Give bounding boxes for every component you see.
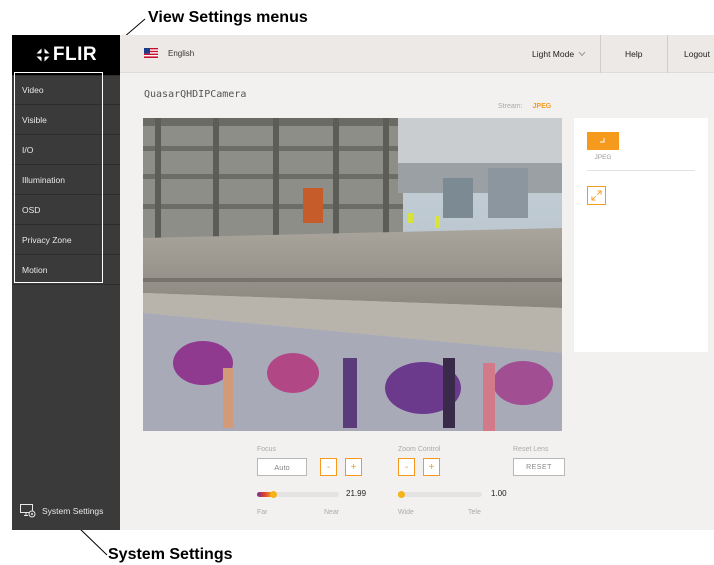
logo-bar: FLIR [12, 35, 120, 75]
flir-diamond-icon [34, 47, 51, 63]
sidebar-item-label: Video [22, 85, 44, 95]
sidebar-item-motion[interactable]: Motion [12, 255, 120, 285]
focus-plus-button[interactable]: + [345, 458, 362, 476]
focus-slider[interactable] [257, 491, 339, 498]
theme-label: Light Mode [532, 49, 575, 59]
us-flag-icon [144, 48, 158, 58]
stream-options-panel: JPEG [574, 118, 708, 352]
sidebar-item-label: OSD [22, 204, 41, 215]
zoom-value: 1.00 [491, 489, 507, 498]
top-bar: English Light Mode Help Logout [120, 35, 714, 73]
reset-lens-label: Reset Lens [513, 446, 549, 453]
view-settings-callout: View Settings menus [148, 9, 308, 26]
panel-divider [587, 170, 695, 171]
focus-minus-button[interactable]: - [320, 458, 337, 476]
zoom-minus-button[interactable]: - [398, 458, 415, 476]
chevron-down-icon [578, 51, 586, 57]
system-settings-callout: System Settings [108, 546, 233, 563]
sidebar-item-label: Privacy Zone [22, 234, 72, 245]
stream-indicator: Stream: JPEG [498, 103, 551, 110]
stream-label: Stream: [498, 103, 523, 110]
logo-text: FLIR [52, 44, 98, 65]
language-selector[interactable]: English [144, 48, 194, 58]
zoom-slider-knob[interactable] [398, 491, 405, 498]
topbar-divider [667, 35, 668, 73]
monitor-gear-icon [20, 504, 36, 518]
zoom-slider[interactable] [398, 491, 482, 498]
sidebar-item-video[interactable]: Video [12, 75, 120, 105]
video-frame-image [143, 118, 562, 431]
focus-auto-button[interactable]: Auto [257, 458, 307, 476]
sidebar-item-io[interactable]: I/O [12, 135, 120, 165]
sidebar-item-visible[interactable]: Visible [12, 105, 120, 135]
sidebar-item-label: I/O [22, 144, 34, 155]
sidebar-item-label: Visible [22, 114, 47, 125]
zoom-max-label: Tele [468, 509, 481, 516]
fullscreen-button[interactable] [587, 186, 606, 205]
focus-max-label: Near [324, 509, 340, 516]
sidebar-item-illumination[interactable]: Illumination [12, 165, 120, 195]
camera-name: QuasarQHDIPCamera [144, 89, 247, 100]
view-settings-menu: Video Visible I/O Illumination OSD Priva… [12, 75, 120, 285]
system-settings-button[interactable]: System Settings [20, 504, 103, 518]
sidebar-item-label: Motion [22, 264, 48, 275]
corner-icon [600, 138, 605, 143]
main-content: QuasarQHDIPCamera Stream: JPEG JPEG Focu… [120, 73, 714, 530]
sidebar-item-osd[interactable]: OSD [12, 195, 120, 225]
zoom-plus-button[interactable]: + [423, 458, 440, 476]
theme-dropdown[interactable]: Light Mode [532, 35, 586, 73]
help-link[interactable]: Help [625, 35, 642, 73]
topbar-divider [600, 35, 601, 73]
system-settings-leader [77, 526, 108, 556]
stream-value: JPEG [532, 103, 552, 110]
focus-value: 21.99 [346, 489, 367, 498]
sidebar: FLIR Video Visible I/O Illumination OSD … [12, 35, 120, 530]
flir-logo: FLIR [34, 44, 98, 66]
reset-lens-button[interactable]: RESET [513, 458, 565, 476]
expand-icon [591, 190, 602, 201]
focus-slider-knob[interactable] [270, 491, 277, 498]
language-label: English [168, 48, 195, 58]
logout-link[interactable]: Logout [684, 35, 710, 73]
screenshot-stage: View Settings menus System Settings FLIR… [0, 0, 714, 565]
jpeg-format-label: JPEG [594, 154, 612, 161]
focus-min-label: Far [257, 509, 268, 516]
focus-label: Focus [257, 446, 277, 453]
zoom-min-label: Wide [398, 509, 414, 516]
jpeg-format-button[interactable] [587, 132, 619, 150]
zoom-label: Zoom Control [398, 446, 441, 453]
live-video-feed[interactable] [143, 118, 562, 431]
system-settings-label: System Settings [42, 506, 104, 516]
sidebar-item-label: Illumination [22, 174, 65, 185]
sidebar-item-privacy-zone[interactable]: Privacy Zone [12, 225, 120, 255]
